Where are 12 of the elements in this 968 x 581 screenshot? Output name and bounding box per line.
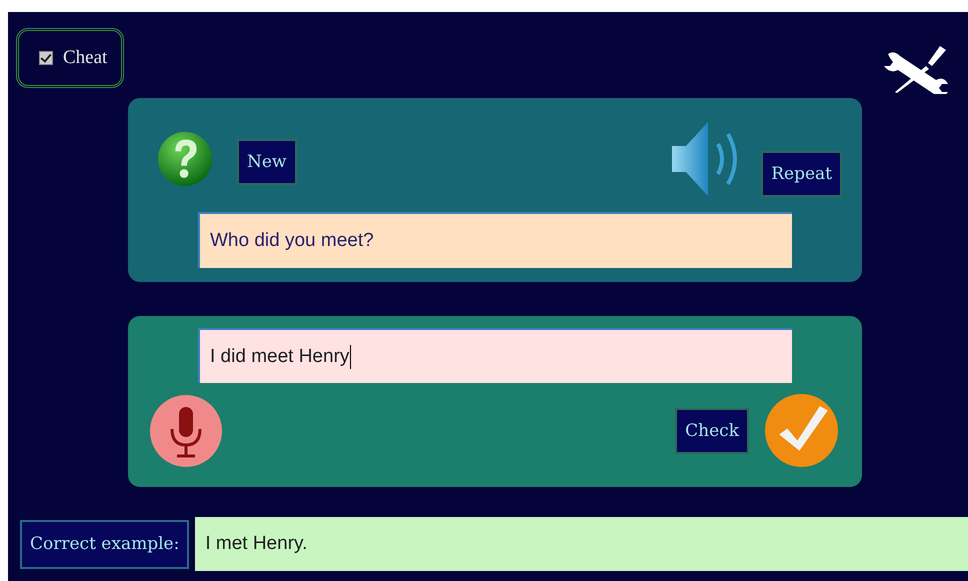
correct-example-field: I met Henry. [195,517,968,571]
check-button[interactable]: Check [675,408,749,454]
microphone-icon[interactable] [150,394,222,466]
answer-field[interactable]: I did meet Henry [198,328,792,383]
cheat-checkbox[interactable]: Cheat [16,28,124,88]
question-field[interactable]: Who did you meet? [198,212,792,268]
text-cursor [350,344,352,368]
repeat-button[interactable]: Repeat [761,151,842,197]
checkmark-icon[interactable] [765,394,838,467]
checkbox[interactable] [39,51,53,65]
new-button[interactable]: New [237,139,296,185]
correct-example-label: Correct example: [20,520,190,568]
